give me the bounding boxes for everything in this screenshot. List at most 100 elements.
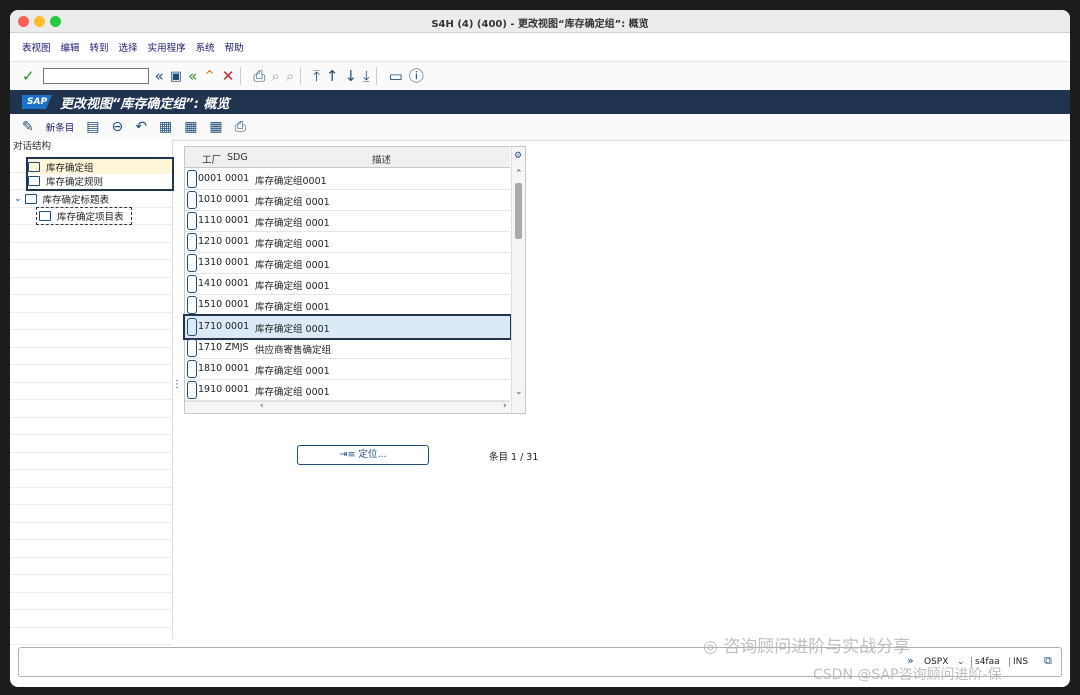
new-entries-button[interactable]: 新条目 [46, 120, 75, 134]
row-selector[interactable] [187, 212, 197, 230]
exit-icon[interactable]: ⌃ [203, 68, 216, 84]
table-row[interactable]: 1110 0001 库存确定组 0001 [185, 210, 510, 232]
save-icon[interactable]: ▣ [170, 70, 182, 83]
tree-item-stock-group[interactable]: 库存确定组 [26, 157, 174, 174]
menu-help[interactable]: 帮助 [225, 40, 244, 54]
row-selector[interactable] [187, 381, 197, 399]
screen-title: 更改视图“库存确定组”: 概览 [60, 96, 230, 112]
table-row[interactable]: 0001 0001 库存确定组0001 [185, 168, 510, 190]
wechat-icon: ◎ [703, 637, 724, 657]
new-session-icon[interactable]: ▭ [389, 68, 403, 84]
next-page-icon[interactable]: ↓ [344, 68, 357, 84]
scroll-left-icon[interactable]: ‹ [260, 401, 264, 411]
delete-icon[interactable]: ⊖ [111, 119, 123, 135]
row-selector[interactable] [187, 170, 197, 188]
vertical-scrollbar[interactable]: ⚙ ⌃ ⌄ [511, 147, 525, 413]
status-mode[interactable]: INS [1009, 657, 1028, 667]
application-toolbar: ✎ 新条目 ▤ ⊖ ↶ ▦ ▦ ▦ ⎙ [10, 114, 1070, 141]
table-row[interactable]: 1210 0001 库存确定组 0001 [185, 231, 510, 253]
first-page-icon[interactable]: ⤒ [313, 68, 320, 84]
cell-plant: 1910 [198, 384, 223, 395]
chevron-down-icon[interactable]: ⌄ [14, 194, 22, 204]
menu-goto[interactable]: 转到 [90, 40, 109, 54]
tree-item-item-table[interactable]: 库存确定项目表 [36, 207, 132, 225]
table-row[interactable]: 1010 0001 库存确定组 0001 [185, 189, 510, 211]
toolbar-separator [240, 67, 242, 85]
table-row[interactable]: 1910 0001 库存确定组 0001 [185, 379, 510, 401]
cell-description[interactable]: 库存确定组0001 [255, 173, 327, 187]
column-sdg[interactable]: SDG [227, 152, 248, 163]
row-selector[interactable] [187, 360, 197, 378]
menu-utilities[interactable]: 实用程序 [148, 40, 186, 54]
tree-item-stock-rules[interactable]: 库存确定规则 [26, 173, 174, 191]
cell-description[interactable]: 库存确定组 0001 [255, 384, 330, 398]
table-row[interactable]: 1410 0001 库存确定组 0001 [185, 273, 510, 295]
scroll-down-icon[interactable]: ⌄ [515, 387, 523, 397]
table-row[interactable]: 1810 0001 库存确定组 0001 [185, 358, 510, 380]
cell-description[interactable]: 库存确定组 0001 [255, 321, 330, 335]
last-page-icon[interactable]: ⤓ [363, 68, 370, 84]
tree-item-header-table[interactable]: ⌄ 库存确定标题表 [14, 191, 109, 207]
menu-edit[interactable]: 编辑 [61, 40, 80, 54]
table-row[interactable]: 1710 ZMJS 供应商寄售确定组 [185, 337, 510, 359]
entries-count: 条目 1 / 31 [489, 452, 539, 463]
cancel-icon[interactable]: ✕ [222, 68, 235, 84]
copy-as-icon[interactable]: ▤ [86, 119, 99, 135]
column-description[interactable]: 描述 [372, 152, 391, 166]
dialog-structure-panel: 对话结构 库存确定组 库存确定规则 ⌄ 库存确定标题表 库存确定项目表 ⋮ [10, 139, 182, 645]
back-arrows-icon[interactable]: « [155, 68, 164, 84]
find-icon: ⌕ [271, 66, 280, 85]
select-block-icon[interactable]: ▦ [184, 119, 197, 135]
prev-page-icon[interactable]: ↑ [326, 68, 339, 84]
table-row-selected[interactable]: 1710 0001 库存确定组 0001 [183, 314, 512, 340]
menu-table-view[interactable]: 表视图 [22, 40, 51, 54]
row-selector[interactable] [187, 296, 197, 314]
window-title: S4H (4) (400) - 更改视图“库存确定组”: 概览 [431, 19, 649, 30]
column-settings-icon[interactable]: ⚙ [514, 151, 522, 161]
row-selector[interactable] [187, 254, 197, 272]
table-row[interactable]: 1310 0001 库存确定组 0001 [185, 252, 510, 274]
scroll-thumb[interactable] [515, 183, 522, 239]
row-selector[interactable] [187, 191, 197, 209]
help-icon[interactable]: ⓘ [409, 68, 424, 84]
cell-plant: 1110 [198, 215, 223, 226]
scroll-right-icon[interactable]: › [503, 401, 507, 411]
menu-select[interactable]: 选择 [119, 40, 138, 54]
watermark-csdn: CSDN @SAP咨询顾问进阶-保 [813, 667, 1002, 683]
position-button[interactable]: ⇥≡ 定位... [297, 445, 429, 465]
row-selector[interactable] [187, 339, 197, 357]
cell-description[interactable]: 库存确定组 0001 [255, 299, 330, 313]
row-selector[interactable] [187, 233, 197, 251]
deselect-all-icon[interactable]: ▦ [209, 119, 222, 135]
column-plant[interactable]: 工厂 [202, 152, 221, 166]
cell-description[interactable]: 库存确定组 0001 [255, 215, 330, 229]
display-change-icon[interactable]: ✎ [22, 119, 34, 135]
cell-description[interactable]: 库存确定组 0001 [255, 194, 330, 208]
cell-description[interactable]: 供应商寄售确定组 [255, 342, 331, 356]
scroll-up-icon[interactable]: ⌃ [515, 169, 523, 179]
cell-description[interactable]: 库存确定组 0001 [255, 363, 330, 377]
cell-plant: 1310 [198, 257, 223, 268]
table-row[interactable]: 1510 0001 库存确定组 0001 [185, 294, 510, 316]
cell-sdg: 0001 [225, 321, 250, 332]
undo-icon[interactable]: ↶ [135, 119, 147, 135]
row-selector[interactable] [187, 275, 197, 293]
cell-description[interactable]: 库存确定组 0001 [255, 257, 330, 271]
back-icon[interactable]: « [188, 68, 197, 84]
command-field[interactable] [42, 68, 149, 84]
cell-description[interactable]: 库存确定组 0001 [255, 236, 330, 250]
row-selector[interactable] [187, 318, 197, 336]
select-all-icon[interactable]: ▦ [159, 119, 172, 135]
find-next-icon: ⌕ [285, 66, 295, 85]
sap-logo: SAP [22, 95, 53, 109]
cell-description[interactable]: 库存确定组 0001 [255, 278, 330, 292]
splitter-handle[interactable]: ⋮ [172, 379, 182, 390]
check-icon[interactable]: ✓ [22, 68, 35, 84]
cell-plant: 1510 [198, 299, 223, 310]
print-view-icon[interactable]: ⎙ [235, 119, 246, 135]
horizontal-scrollbar[interactable]: ‹ › [185, 401, 510, 413]
menu-system[interactable]: 系统 [196, 40, 215, 54]
status-layout-icon[interactable]: ⧉ [1044, 654, 1052, 668]
print-icon[interactable]: ⎙ [253, 68, 265, 84]
toolbar-separator [375, 67, 377, 85]
